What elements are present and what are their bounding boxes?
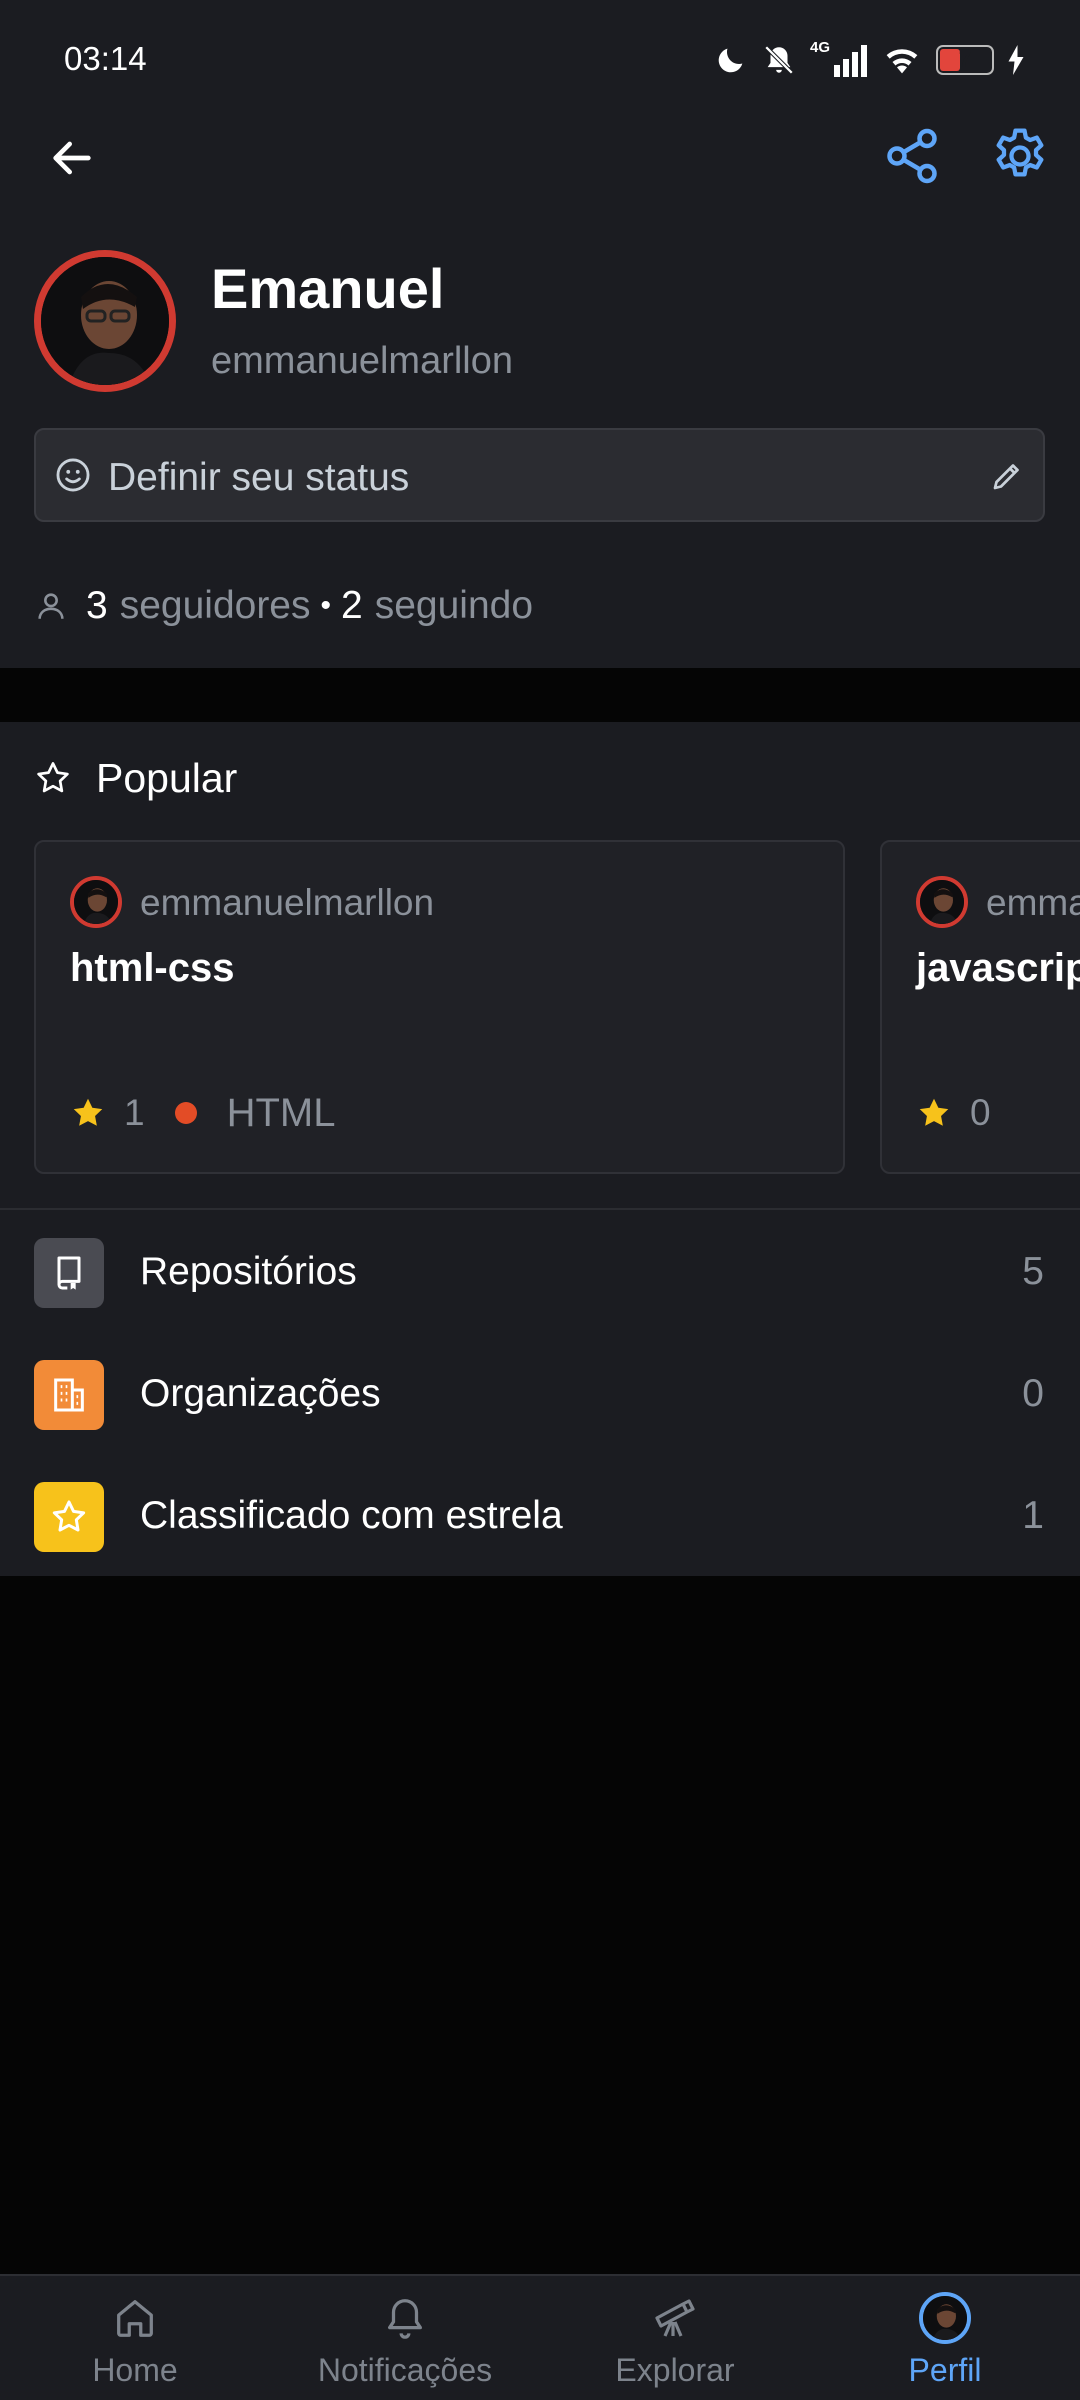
- menu-item-starred[interactable]: Classificado com estrela 1: [0, 1456, 1080, 1576]
- wifi-icon: [886, 49, 918, 74]
- separator-dot: •: [320, 589, 332, 622]
- menu-item-label: Organizações: [140, 1372, 381, 1415]
- star-outline-icon: [37, 762, 69, 793]
- popular-title: Popular: [96, 754, 238, 801]
- menu-item-count: 0: [1022, 1372, 1044, 1415]
- star-icon: [73, 1098, 103, 1126]
- telescope-icon: [647, 2290, 703, 2346]
- section-divider: [0, 1208, 1080, 1210]
- followers-link[interactable]: 3 seguidores: [86, 584, 311, 628]
- avatar-photo: [41, 257, 169, 385]
- battery-level: 7: [958, 47, 972, 72]
- popular-header: Popular: [34, 750, 237, 806]
- profile-name: Emanuel: [211, 257, 445, 320]
- following-count: 2: [341, 584, 363, 627]
- repo-name: javascript: [916, 946, 1080, 990]
- avatar[interactable]: [34, 250, 176, 392]
- following-label: seguindo: [374, 584, 534, 627]
- bell-off-icon: [764, 45, 794, 75]
- nav-label: Explorar: [615, 2352, 735, 2388]
- home-icon: [107, 2290, 163, 2346]
- followers-count: 3: [86, 584, 108, 627]
- star-icon: [34, 1482, 104, 1552]
- pencil-icon: [993, 464, 1019, 490]
- following-link[interactable]: 2 seguindo: [341, 584, 533, 628]
- settings-button[interactable]: [988, 124, 1052, 188]
- nav-label: Notificações: [317, 2352, 493, 2388]
- moon-icon: [718, 48, 743, 73]
- organization-icon: [34, 1360, 104, 1430]
- status-placeholder: Definir seu status: [108, 456, 410, 499]
- profile-login: emmanuelmarllon: [211, 340, 514, 382]
- smiley-icon: [56, 458, 90, 492]
- share-button[interactable]: [882, 126, 942, 186]
- nav-home[interactable]: Home: [0, 2276, 270, 2400]
- signal-icon: 4G: [810, 39, 868, 77]
- owner-avatar: [70, 876, 122, 928]
- repo-language: HTML: [226, 1090, 336, 1135]
- repo-meta: 1 HTML: [70, 1088, 335, 1138]
- status-bar: 03:14 4G 7: [0, 0, 1080, 120]
- repo-owner: emmanuelmarllon: [140, 882, 435, 923]
- menu-item-count: 1: [1022, 1494, 1044, 1537]
- status-time: 03:14: [64, 40, 147, 77]
- menu-item-count: 5: [1022, 1250, 1044, 1293]
- star-icon: [919, 1098, 949, 1126]
- menu-item-organizations[interactable]: Organizações 0: [0, 1334, 1080, 1456]
- language-color-dot: [174, 1102, 197, 1124]
- nav-label: Home: [92, 2352, 178, 2388]
- avatar: [919, 2292, 971, 2344]
- repo-icon: [34, 1238, 104, 1308]
- nav-label: Perfil: [908, 2352, 982, 2388]
- nav-explore[interactable]: Explorar: [540, 2276, 810, 2400]
- bottom-navigation: Home Notificações Explorar Perfil: [0, 2274, 1080, 2400]
- repo-card[interactable]: emmanuelmarllon javascript 0: [880, 840, 1080, 1174]
- menu-item-label: Classificado com estrela: [140, 1494, 563, 1537]
- nav-profile[interactable]: Perfil: [810, 2276, 1080, 2400]
- repo-name: html-css: [70, 946, 235, 990]
- nav-notifications[interactable]: Notificações: [270, 2276, 540, 2400]
- charging-icon: [1008, 45, 1024, 75]
- person-icon: [38, 593, 64, 619]
- repo-meta: 0: [916, 1088, 991, 1138]
- back-button[interactable]: [44, 130, 100, 186]
- menu-item-label: Repositórios: [140, 1250, 357, 1293]
- owner-avatar: [916, 876, 968, 928]
- star-count: 1: [124, 1092, 145, 1133]
- nav-avatar-wrap: [917, 2290, 973, 2346]
- repo-owner: emmanuelmarllon: [986, 882, 1080, 923]
- battery-icon: 7: [936, 45, 994, 75]
- menu-item-repositories[interactable]: Repositórios 5: [0, 1212, 1080, 1334]
- follow-stats: 3 seguidores • 2 seguindo: [34, 578, 533, 634]
- repo-card[interactable]: emmanuelmarllon html-css 1 HTML: [34, 840, 845, 1174]
- followers-label: seguidores: [119, 584, 311, 627]
- bell-icon: [377, 2290, 433, 2346]
- status-icons: 4G 7: [714, 39, 1024, 80]
- star-count: 0: [970, 1092, 991, 1133]
- set-status-button[interactable]: Definir seu status: [34, 428, 1045, 522]
